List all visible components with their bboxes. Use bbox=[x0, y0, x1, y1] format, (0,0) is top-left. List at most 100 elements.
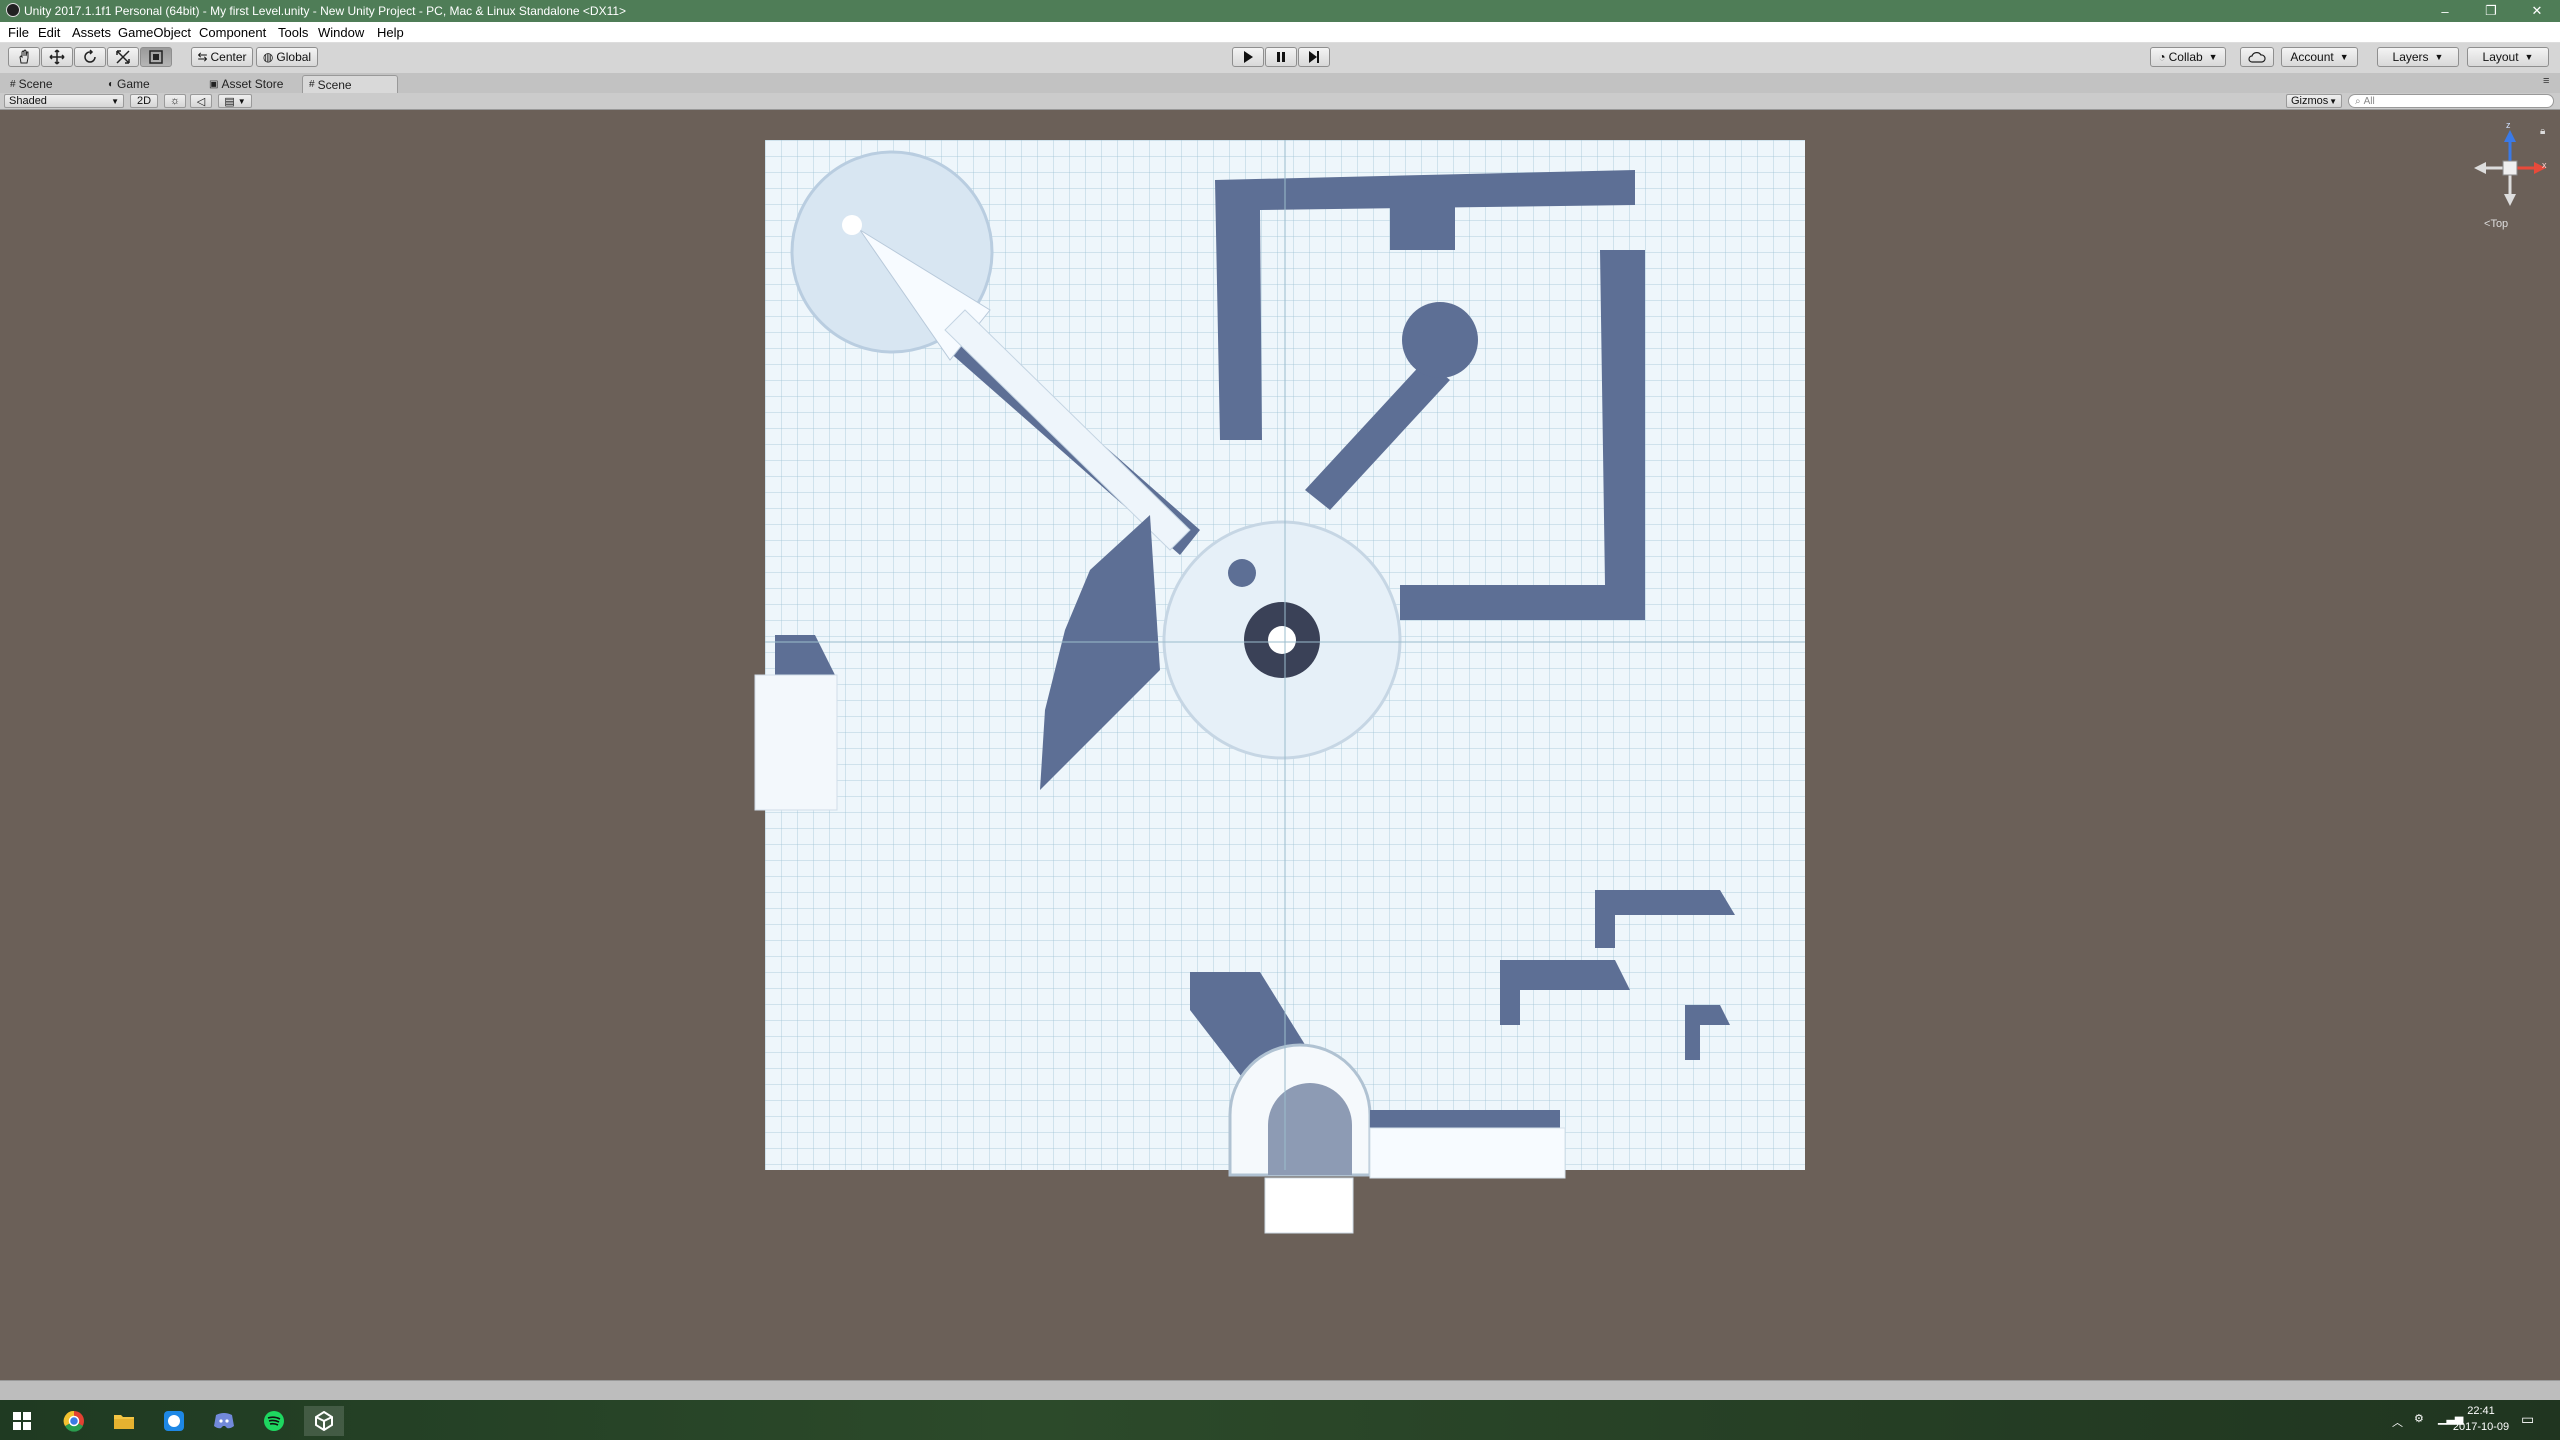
play-icon bbox=[1244, 51, 1253, 63]
pivot-mode-button[interactable]: ⇆ Center bbox=[191, 47, 253, 67]
store-icon: ▣ bbox=[209, 78, 219, 90]
tab-game[interactable]: ◐ Game bbox=[102, 75, 156, 93]
layers-label: Layers bbox=[2392, 50, 2429, 64]
notification-icon[interactable]: ▭ bbox=[2521, 1411, 2534, 1428]
tab-asset-store[interactable]: ▣ Asset Store bbox=[203, 75, 289, 93]
image-icon: ▤ bbox=[224, 95, 235, 108]
menu-window[interactable]: Window bbox=[318, 25, 364, 40]
2d-toggle[interactable]: 2D bbox=[130, 94, 158, 108]
collab-dropdown[interactable]: ◔ Collab ▼ bbox=[2150, 47, 2226, 67]
search-icon: ⌕ bbox=[2355, 95, 2361, 107]
effects-dropdown[interactable]: ▤ ▼ bbox=[218, 94, 252, 108]
collab-label: Collab bbox=[2168, 50, 2203, 64]
draw-mode-label: Shaded bbox=[9, 95, 47, 107]
file-explorer-icon[interactable] bbox=[104, 1406, 144, 1436]
layers-dropdown[interactable]: Layers ▼ bbox=[2377, 47, 2459, 67]
clock-date[interactable]: 2017-10-09 bbox=[2443, 1421, 2519, 1433]
globe-icon: ◍ bbox=[262, 50, 274, 64]
layout-dropdown[interactable]: Layout ▼ bbox=[2467, 47, 2549, 67]
rect-tool-icon bbox=[149, 50, 163, 64]
steam-icon[interactable]: ⚙ bbox=[2414, 1412, 2424, 1425]
scene-search-input[interactable]: ⌕ All bbox=[2348, 94, 2554, 108]
clock-time[interactable]: 22:41 bbox=[2457, 1405, 2505, 1417]
move-arrows-icon bbox=[49, 49, 65, 65]
scene-viewport[interactable]: z x <Top 🔒︎ bbox=[0, 110, 2560, 1380]
editor-tab-bar: # Scene ◐ Game ▣ Asset Store # Scene ≡ bbox=[0, 73, 2560, 93]
pipe-arch-inner bbox=[1268, 1083, 1352, 1175]
messenger-icon[interactable] bbox=[154, 1406, 194, 1436]
tray-expand-icon[interactable]: ︿ bbox=[2392, 1414, 2403, 1430]
rotate-icon bbox=[84, 49, 96, 63]
gizmo-view-label: <Top bbox=[2484, 218, 2509, 230]
pause-button[interactable] bbox=[1265, 47, 1297, 67]
2d-label: 2D bbox=[136, 95, 152, 107]
menu-tools[interactable]: Tools bbox=[278, 25, 308, 40]
cloud-button[interactable] bbox=[2240, 47, 2274, 67]
gear-dot bbox=[1228, 559, 1256, 587]
arm-shadow-right bbox=[1305, 360, 1450, 510]
speaker-icon: ◁ bbox=[196, 95, 206, 108]
scale-icon bbox=[116, 50, 130, 64]
tab-label: Scene bbox=[317, 77, 352, 92]
pivot-rotation-label: Global bbox=[276, 50, 312, 64]
lock-icon[interactable]: 🔒︎ bbox=[2540, 126, 2545, 137]
left-block-shadow bbox=[775, 635, 835, 675]
arm-left bbox=[944, 309, 1191, 551]
step-button[interactable] bbox=[1298, 47, 1330, 67]
sun-icon: ☼ bbox=[169, 95, 181, 107]
rect-tool-button[interactable] bbox=[140, 47, 172, 67]
steps-shadow-2 bbox=[1500, 960, 1630, 1025]
tab-label: Game bbox=[117, 77, 150, 91]
scene-icon: # bbox=[309, 79, 315, 90]
draw-mode-dropdown[interactable]: Shaded ▼ bbox=[4, 94, 124, 108]
menu-help[interactable]: Help bbox=[377, 25, 404, 40]
lighting-toggle[interactable]: ☼ bbox=[164, 94, 186, 108]
gizmo-z-label: z bbox=[2506, 120, 2511, 130]
unity-icon[interactable] bbox=[304, 1406, 344, 1436]
hand-icon bbox=[19, 49, 29, 64]
ball-shadow bbox=[1402, 302, 1478, 378]
status-bar bbox=[0, 1380, 2560, 1401]
restore-button[interactable]: ❐ bbox=[2468, 0, 2514, 22]
ledge bbox=[1369, 1127, 1566, 1179]
tab-scene-active[interactable]: # Scene bbox=[302, 75, 398, 93]
account-label: Account bbox=[2290, 50, 2334, 64]
pivot-mode-label: Center bbox=[210, 50, 247, 64]
scene-orientation-gizmo[interactable]: z x <Top 🔒︎ bbox=[2470, 120, 2550, 230]
account-dropdown[interactable]: Account ▼ bbox=[2281, 47, 2358, 67]
hand-tool-button[interactable] bbox=[8, 47, 40, 67]
minimize-button[interactable]: – bbox=[2422, 0, 2468, 22]
discord-icon[interactable] bbox=[204, 1406, 244, 1436]
menu-assets[interactable]: Assets bbox=[72, 25, 111, 40]
menu-edit[interactable]: Edit bbox=[38, 25, 60, 40]
menu-bar: File Edit Assets GameObject Component To… bbox=[0, 22, 2560, 43]
menu-gameobject[interactable]: GameObject bbox=[118, 25, 191, 40]
pivot-rotation-button[interactable]: ◍ Global bbox=[256, 47, 318, 67]
gizmos-dropdown[interactable]: Gizmos ▼ bbox=[2286, 94, 2342, 108]
window-titlebar: Unity 2017.1.1f1 Personal (64bit) - My f… bbox=[0, 0, 2560, 22]
axis-gizmo-icon bbox=[2474, 130, 2546, 206]
rotate-tool-button[interactable] bbox=[74, 47, 106, 67]
frame-shadow-top bbox=[1390, 205, 1455, 250]
windows-start-icon[interactable] bbox=[2, 1406, 42, 1436]
pivot-icon: ⇆ bbox=[197, 50, 208, 64]
gizmos-label: Gizmos bbox=[2291, 95, 2329, 107]
panel-menu-icon[interactable]: ≡ bbox=[2543, 75, 2549, 87]
level-geometry bbox=[754, 140, 1805, 1234]
menu-component[interactable]: Component bbox=[199, 25, 266, 40]
left-block bbox=[754, 674, 838, 811]
window-title: Unity 2017.1.1f1 Personal (64bit) - My f… bbox=[24, 4, 627, 18]
chrome-icon[interactable] bbox=[54, 1406, 94, 1436]
scale-tool-button[interactable] bbox=[107, 47, 139, 67]
menu-file[interactable]: File bbox=[8, 25, 29, 40]
move-tool-button[interactable] bbox=[41, 47, 73, 67]
gizmo-x-label: x bbox=[2542, 160, 2547, 170]
audio-toggle[interactable]: ◁ bbox=[190, 94, 212, 108]
spotify-icon[interactable] bbox=[254, 1406, 294, 1436]
scene-controls-bar: Shaded ▼ 2D ☼ ◁ ▤ ▼ Gizmos ▼ ⌕ All bbox=[0, 93, 2560, 110]
tab-scene[interactable]: # Scene bbox=[4, 75, 59, 93]
close-button[interactable]: ✕ bbox=[2514, 0, 2560, 22]
gear-shadow bbox=[1040, 515, 1160, 790]
search-placeholder: All bbox=[2363, 95, 2375, 107]
play-button[interactable] bbox=[1232, 47, 1264, 67]
